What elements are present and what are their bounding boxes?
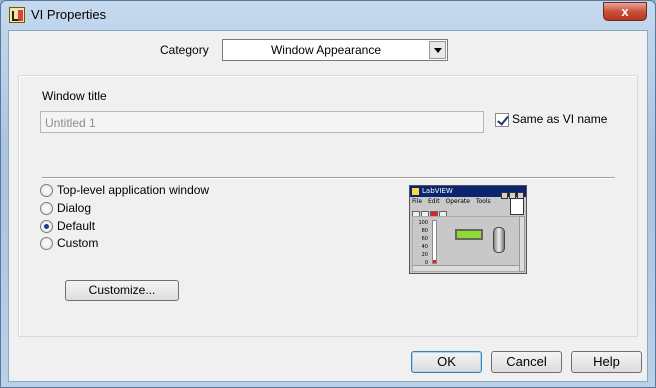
category-dropdown[interactable]: Window Appearance (222, 39, 448, 61)
radio-label[interactable]: Default (57, 219, 95, 233)
preview-menu-item: File (412, 198, 423, 205)
preview-window-buttons (500, 188, 524, 199)
preview-tank-indicator (432, 220, 437, 264)
preview-toggle-switch (493, 227, 505, 253)
preview-toolbar (412, 207, 448, 218)
radio-button[interactable] (40, 184, 53, 197)
preview-tank-scale: 100 80 60 40 20 0 (418, 220, 428, 266)
section-divider (42, 177, 615, 178)
same-as-vi-name-label[interactable]: Same as VI name (512, 112, 607, 126)
preview-led-indicator (455, 229, 483, 240)
preview-menu-item: Tools (475, 198, 491, 205)
window-title-label: Window title (42, 89, 107, 103)
window-title-input[interactable]: Untitled 1 (40, 111, 484, 133)
same-as-vi-name-checkbox[interactable] (495, 113, 509, 127)
chevron-down-icon[interactable] (429, 41, 446, 59)
category-label: Category (160, 43, 209, 57)
window-appearance-preview: LabVIEW File Edit Operate Tools 100 80 6… (409, 185, 527, 274)
preview-menu-item: Edit (427, 198, 440, 205)
preview-vertical-scrollbar (519, 216, 525, 272)
window-appearance-panel: Window title Untitled 1 Same as VI name … (18, 75, 638, 337)
preview-vi-icon (510, 198, 524, 215)
window-title: VI Properties (31, 7, 107, 22)
preview-menu-item: Operate (445, 198, 470, 205)
radio-button[interactable] (40, 202, 53, 215)
radio-label[interactable]: Dialog (57, 201, 91, 215)
labview-app-icon (9, 7, 25, 23)
radio-label[interactable]: Top-level application window (57, 183, 209, 197)
radio-label[interactable]: Custom (57, 236, 98, 250)
customize-button[interactable]: Customize... (65, 280, 179, 301)
category-selected-value: Window Appearance (270, 43, 382, 57)
radio-button[interactable] (40, 237, 53, 250)
cancel-button[interactable]: Cancel (491, 351, 562, 373)
ok-button[interactable]: OK (411, 351, 482, 373)
close-button[interactable]: x (603, 2, 647, 21)
help-button[interactable]: Help (571, 351, 642, 373)
radio-button-selected[interactable] (40, 220, 53, 233)
preview-menu-bar: File Edit Operate Tools (412, 198, 495, 205)
title-bar[interactable]: VI Properties x (1, 1, 655, 29)
vi-properties-dialog: VI Properties x Category Window Appearan… (0, 0, 656, 388)
preview-front-panel: 100 80 60 40 20 0 (412, 216, 521, 272)
preview-horizontal-scrollbar (413, 265, 521, 271)
dialog-client-area: Category Window Appearance Window title … (8, 30, 648, 382)
